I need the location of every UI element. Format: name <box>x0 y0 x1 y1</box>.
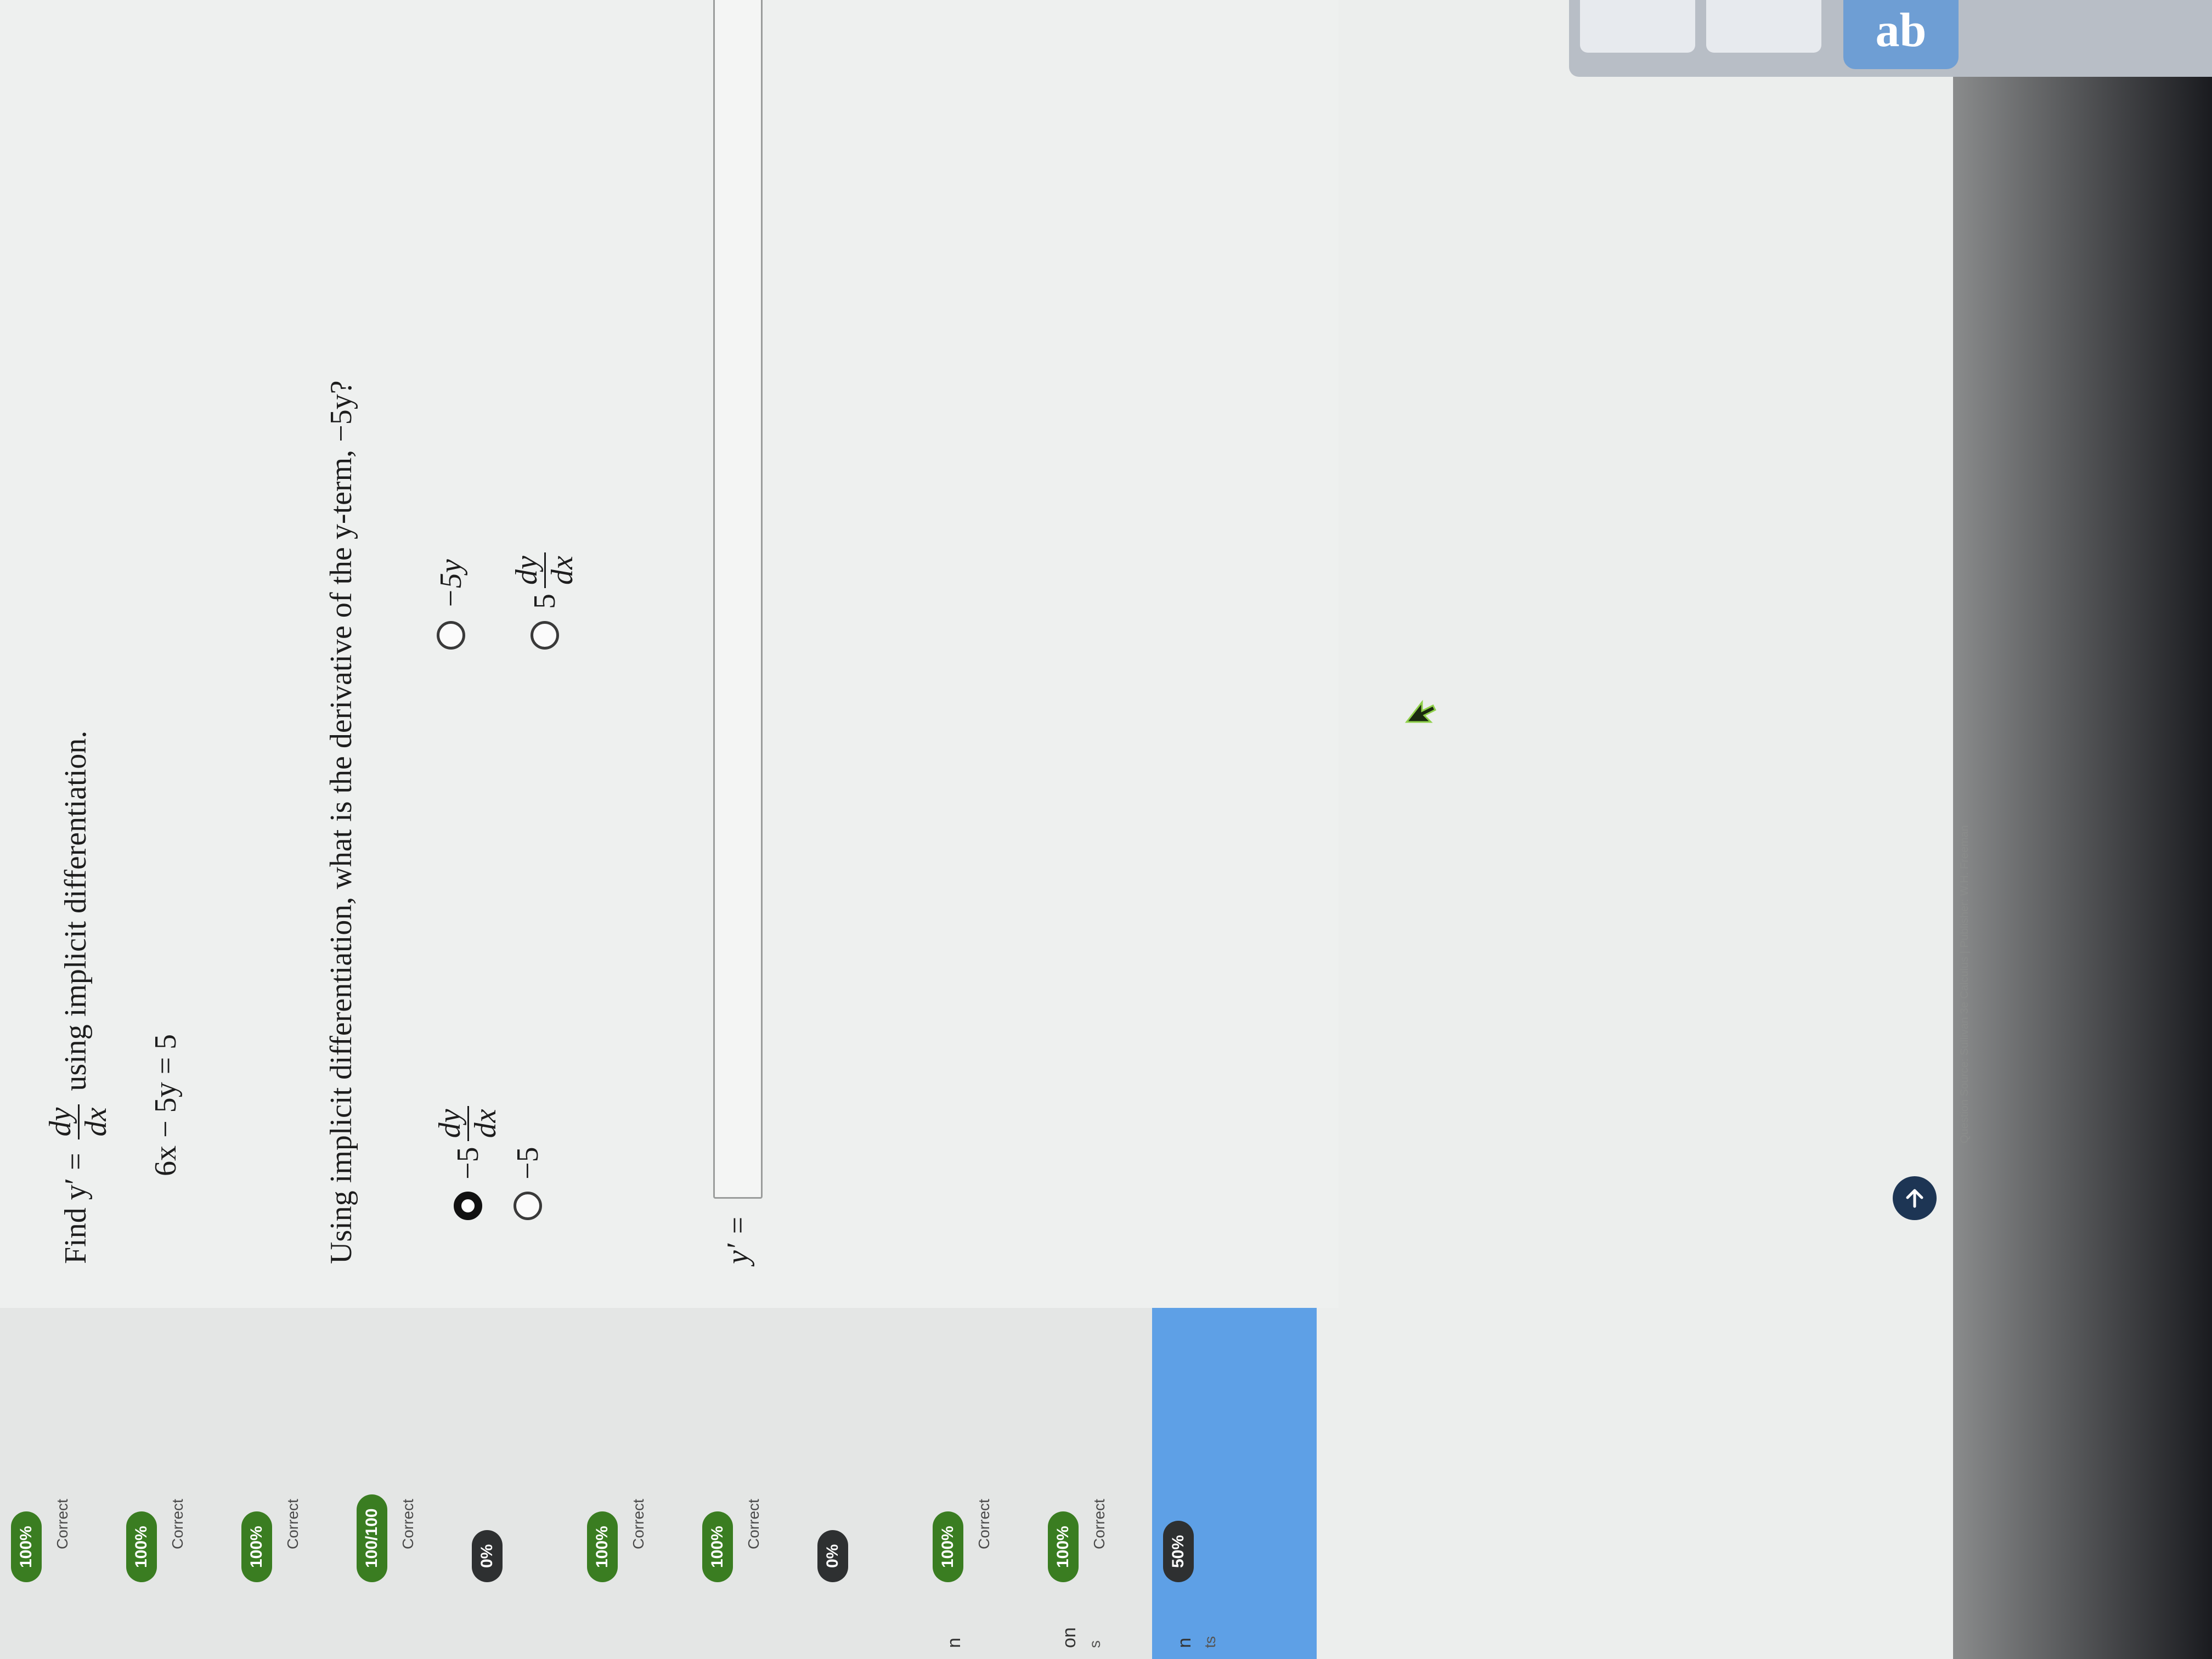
score-badge: 50% <box>1163 1520 1194 1582</box>
status-label: Correct <box>975 1499 992 1549</box>
sidebar-item[interactable]: 100% Correct <box>115 1308 219 1659</box>
option-neg5-dydx[interactable]: −5 dy dx <box>433 1101 503 1220</box>
screen-content: Find y′ = dy dx using implicit different… <box>0 0 1971 1659</box>
sidebar-item[interactable]: 100% Correct <box>576 1308 680 1659</box>
fraction-numerator: dy <box>43 1104 80 1140</box>
score-badge: 100% <box>702 1511 733 1582</box>
fraction-denominator: dx <box>468 1109 503 1138</box>
sidebar-item-current[interactable]: n ts 50% <box>1152 1308 1317 1659</box>
sidebar-item-label: n <box>1174 1638 1195 1648</box>
option-neg5[interactable]: −5 <box>510 1147 545 1220</box>
score-badge: 100% <box>11 1511 42 1582</box>
sidebar-item[interactable]: n 100% Correct <box>922 1308 1026 1659</box>
status-label: Correct <box>630 1499 647 1549</box>
instruction-suffix: using implicit differentiation. <box>58 730 93 1091</box>
taskbar-tile[interactable] <box>1580 0 1695 53</box>
radio-unselected-icon[interactable] <box>437 621 465 650</box>
fraction-denominator: dx <box>78 1107 113 1137</box>
next-button[interactable] <box>1893 1176 1937 1220</box>
score-badge: 0% <box>817 1530 848 1582</box>
question-panel: Find y′ = dy dx using implicit different… <box>0 0 1971 1308</box>
fraction-denominator: dx <box>545 556 579 585</box>
sidebar-item-label: n <box>944 1638 964 1648</box>
status-label: Correct <box>169 1499 186 1549</box>
answer-row: y′ = <box>713 0 763 1264</box>
radio-unselected-icon[interactable] <box>531 621 560 650</box>
sidebar-item-sublabel: s <box>1086 1640 1103 1648</box>
option-fraction: dy dx <box>433 1105 503 1142</box>
score-badge: 100% <box>587 1511 618 1582</box>
status-label: Correct <box>745 1499 762 1549</box>
option-prefix: −5 <box>451 1147 486 1180</box>
radio-selected-icon[interactable] <box>454 1192 483 1220</box>
mouse-cursor-icon <box>1404 699 1437 723</box>
sidebar-item[interactable]: 0% <box>806 1308 911 1659</box>
arrow-right-icon <box>1906 1189 1923 1208</box>
option-prefix: 5 <box>528 594 562 609</box>
radio-unselected-icon[interactable] <box>514 1192 542 1220</box>
app-logo-icon[interactable]: ab <box>1843 0 1959 69</box>
sidebar-item-sublabel: ts <box>1201 1636 1218 1648</box>
sidebar-item[interactable]: on s 100% Correct <box>1037 1308 1141 1659</box>
score-badge: 100% <box>241 1511 272 1582</box>
answer-label: y′ = <box>721 1215 755 1264</box>
option-fraction: dy dx <box>510 552 579 588</box>
sidebar-item[interactable]: 100% Correct <box>0 1308 104 1659</box>
score-badge: 100% <box>933 1511 963 1582</box>
option-neg5y[interactable]: −5y <box>433 559 469 650</box>
option-5-dydx[interactable]: 5 dy dx <box>510 547 579 650</box>
sidebar-item[interactable]: 0% <box>461 1308 565 1659</box>
score-badge: 100% <box>1048 1511 1079 1582</box>
status-label: Correct <box>284 1499 301 1549</box>
status-label: Correct <box>399 1499 416 1549</box>
score-badge: 100% <box>126 1511 157 1582</box>
answer-input[interactable] <box>713 0 763 1199</box>
dy-dx-fraction: dy dx <box>43 1104 113 1140</box>
option-prefix: −5 <box>511 1147 545 1180</box>
question-instruction: Find y′ = dy dx using implicit different… <box>43 730 113 1264</box>
sidebar-item[interactable]: 100% Correct <box>230 1308 335 1659</box>
status-label: Correct <box>1091 1499 1108 1549</box>
step-prompt: Using implicit differentiation, what is … <box>324 380 358 1264</box>
taskbar-tile[interactable] <box>1706 0 1821 53</box>
photo-stage: Find y′ = dy dx using implicit different… <box>0 0 2212 1659</box>
assignment-sidebar: 100% Correct 100% Correct 100% Correct 1… <box>0 1308 1317 1659</box>
instruction-prefix: Find y′ = <box>58 1153 93 1264</box>
sidebar-item[interactable]: 100% Correct <box>691 1308 795 1659</box>
sidebar-item-label: on <box>1059 1627 1080 1648</box>
status-label: Correct <box>54 1499 71 1549</box>
fraction-numerator: dy <box>433 1105 469 1142</box>
score-badge: 100/100 <box>357 1494 387 1582</box>
option-prefix: −5y <box>434 559 468 609</box>
question-source: Question Source: Sullivan 3e Calculus | … <box>1959 825 1971 1143</box>
sidebar-item[interactable]: 100/100 Correct <box>346 1308 450 1659</box>
fraction-numerator: dy <box>510 552 546 588</box>
score-badge: 0% <box>472 1530 503 1582</box>
given-equation: 6x − 5y = 5 <box>149 1034 183 1176</box>
